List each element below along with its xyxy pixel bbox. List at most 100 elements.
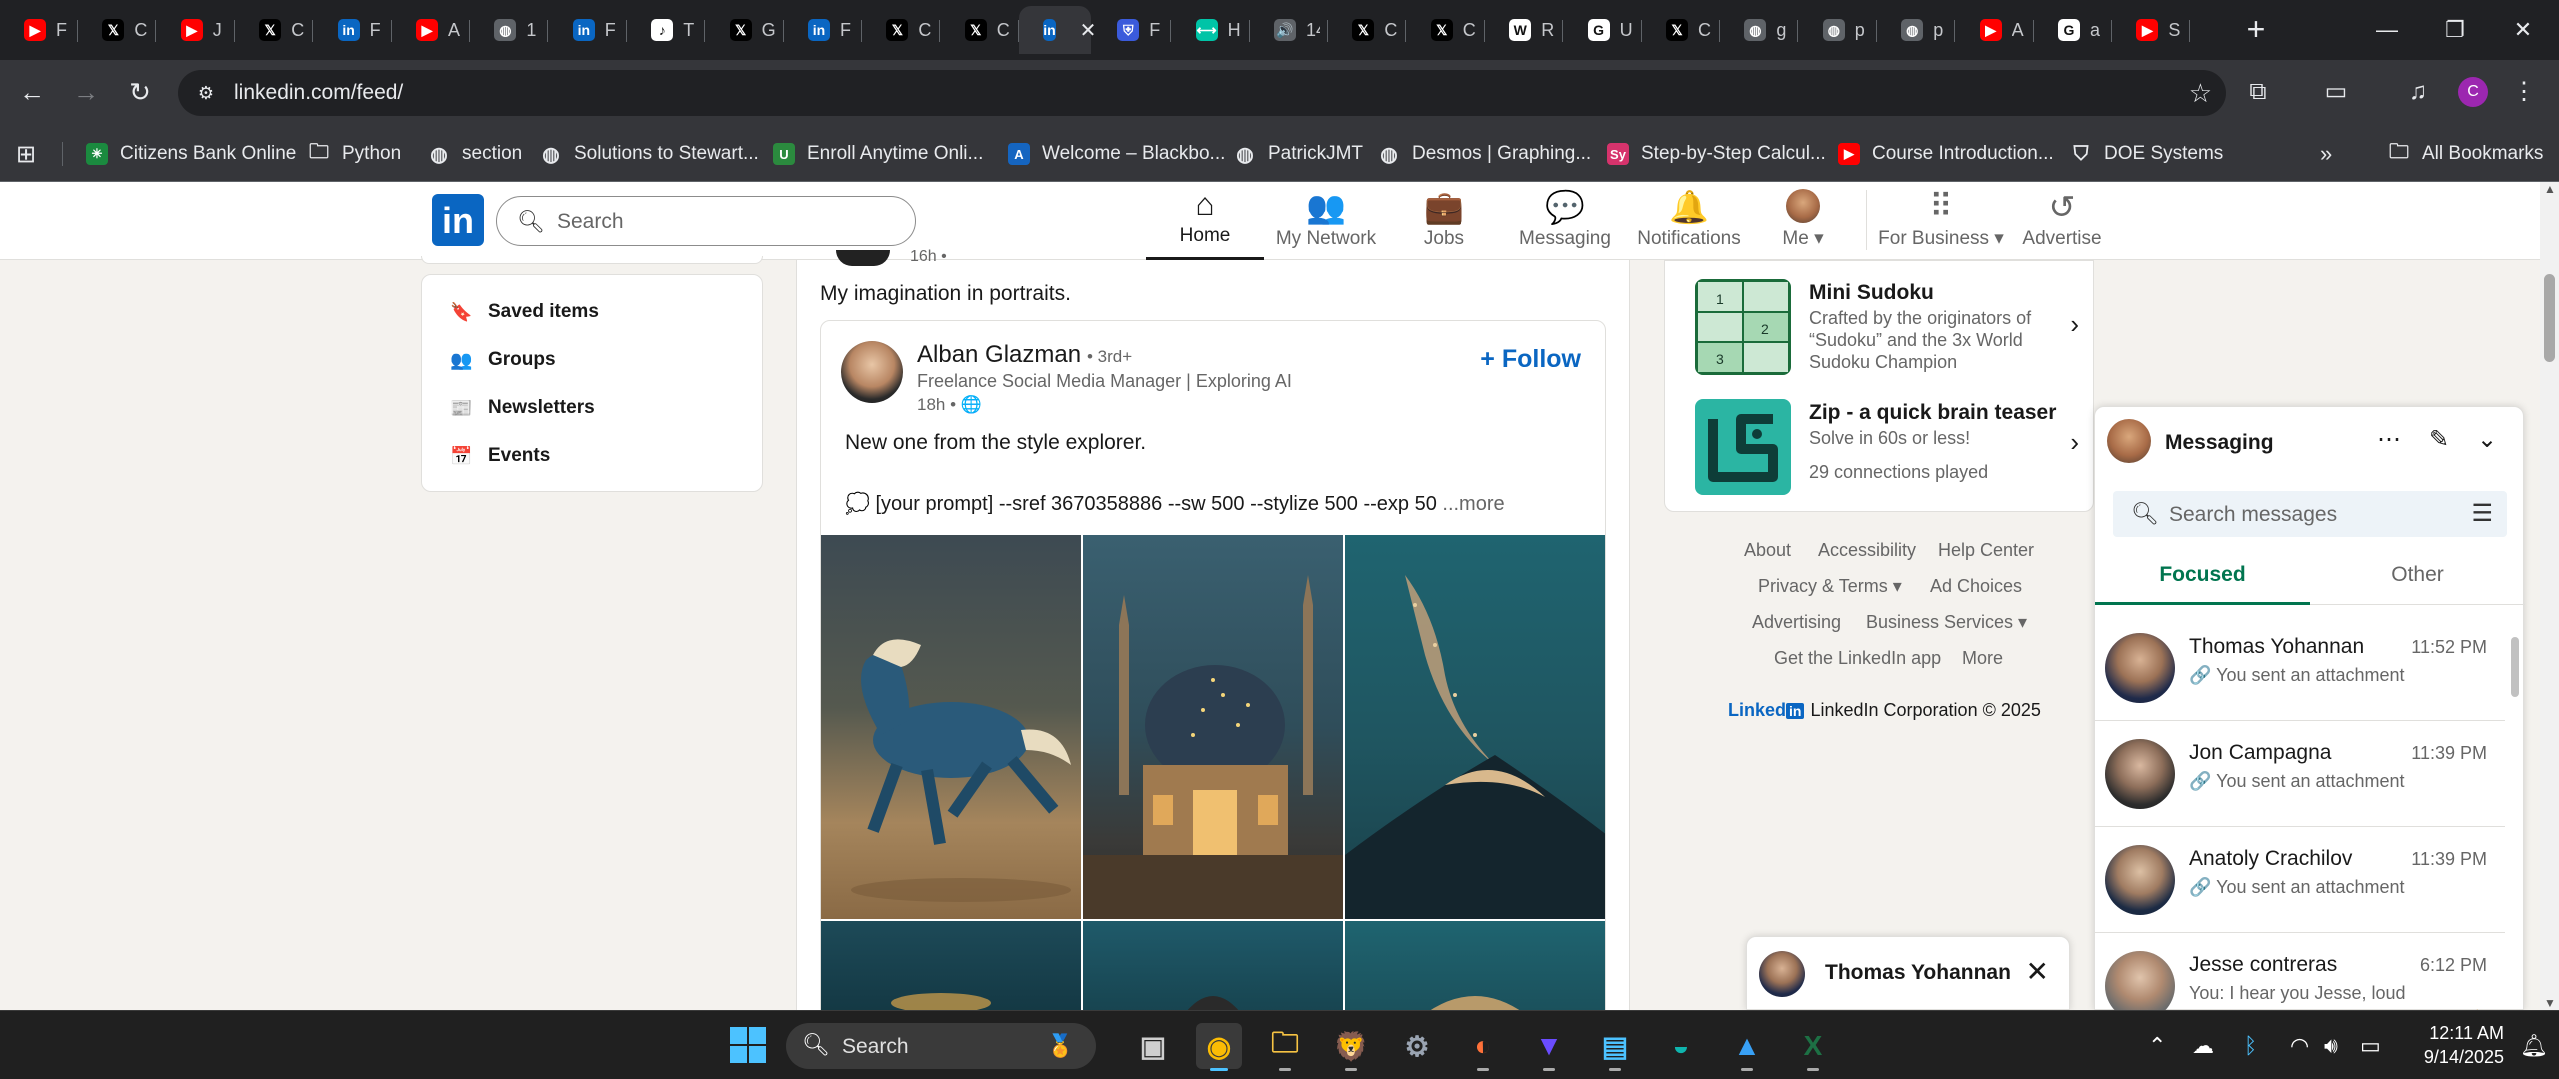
- mini-sudoku-icon[interactable]: 1 2 3: [1695, 279, 1791, 375]
- chat-bubble-avatar[interactable]: [1759, 951, 1805, 997]
- conversation-item[interactable]: Anatoly Crachilov 11:39 PM 🔗 You sent an a…: [2095, 829, 2505, 933]
- image-mosque[interactable]: [1083, 535, 1345, 921]
- browser-tab[interactable]: ◍ g: [1720, 6, 1799, 54]
- chevron-right-icon[interactable]: ›: [2070, 427, 2079, 458]
- browser-tab[interactable]: ◍ 1: [470, 6, 549, 54]
- conversation-avatar[interactable]: [2105, 739, 2175, 809]
- settings-taskbar-icon[interactable]: ⚙: [1394, 1023, 1440, 1069]
- conversation-avatar[interactable]: [2105, 845, 2175, 915]
- post-image-grid[interactable]: [821, 535, 1605, 1019]
- chrome-menu-icon[interactable]: ⋮: [2506, 74, 2542, 110]
- battery-icon[interactable]: ▭: [2360, 1033, 2381, 1059]
- footer-app-link[interactable]: Get the LinkedIn app: [1774, 648, 1941, 669]
- wifi-icon[interactable]: ◠: [2290, 1033, 2309, 1059]
- linkedin-search-input[interactable]: 🔍︎ Search: [496, 196, 916, 246]
- footer-accessibility-link[interactable]: Accessibility: [1818, 540, 1916, 561]
- close-window-button[interactable]: ✕: [2498, 10, 2548, 50]
- shortcut-newsletters[interactable]: 📰 Newsletters: [450, 393, 595, 423]
- browser-tab[interactable]: ▶ J: [157, 6, 235, 54]
- browser-tab[interactable]: 𝕏C: [235, 6, 314, 54]
- footer-business-link[interactable]: Business Services ▾: [1866, 612, 2027, 633]
- apps-grid-icon[interactable]: ⊞: [16, 140, 36, 168]
- browser-tab[interactable]: ▶ A: [392, 6, 470, 54]
- browser-tab[interactable]: 𝕏G: [706, 6, 784, 54]
- bookmark-item[interactable]: ▶ Course Introduction...: [1838, 140, 2054, 168]
- nav-jobs[interactable]: 💼 Jobs: [1408, 182, 1480, 260]
- notepad-taskbar-icon[interactable]: ▤: [1592, 1023, 1638, 1071]
- address-bar[interactable]: ⚙ linkedin.com/feed/ ☆: [178, 70, 2226, 116]
- onedrive-icon[interactable]: ☁: [2192, 1033, 2214, 1059]
- media-control-icon[interactable]: ♫: [2400, 74, 2436, 110]
- bookmark-item[interactable]: U Enroll Anytime Onli...: [773, 140, 983, 168]
- minimize-button[interactable]: —: [2362, 10, 2412, 50]
- chevron-up-icon[interactable]: ⌃: [2148, 1033, 2166, 1059]
- browser-tab[interactable]: 𝕏C: [862, 6, 941, 54]
- browser-tab[interactable]: WR: [1485, 6, 1564, 54]
- bookmarks-overflow-icon[interactable]: »: [2320, 140, 2332, 168]
- conversation-avatar[interactable]: [2105, 633, 2175, 703]
- all-bookmarks-button[interactable]: 🗀 All Bookmarks: [2388, 140, 2543, 168]
- mini-sudoku-title[interactable]: Mini Sudoku: [1809, 281, 1934, 305]
- chevron-down-icon[interactable]: ⌄: [2477, 425, 2497, 454]
- browser-tab[interactable]: GU: [1564, 6, 1642, 54]
- browser-tab[interactable]: 🔊 14: [1250, 6, 1328, 54]
- footer-help-link[interactable]: Help Center: [1938, 540, 2034, 561]
- chevron-right-icon[interactable]: ›: [2070, 309, 2079, 340]
- nav-me[interactable]: Me ▾: [1768, 182, 1838, 260]
- browser-tab[interactable]: ▶ F: [0, 6, 78, 54]
- back-button[interactable]: ←: [14, 74, 50, 110]
- shortcut-groups[interactable]: 👥 Groups: [450, 345, 556, 375]
- excel-taskbar-icon[interactable]: X: [1790, 1023, 1836, 1071]
- taskbar-search[interactable]: 🔍︎ Search 🏅: [786, 1023, 1096, 1069]
- photos-taskbar-icon[interactable]: ▲: [1724, 1023, 1770, 1071]
- bookmark-star-icon[interactable]: ☆: [2189, 78, 2212, 109]
- bookmark-item[interactable]: ◍ section: [428, 140, 522, 168]
- footer-adchoices-link[interactable]: Ad Choices: [1930, 576, 2022, 597]
- filter-icon[interactable]: ☰: [2471, 499, 2493, 528]
- browser-tab[interactable]: ◍ p: [1799, 6, 1877, 54]
- linkedin-logo-icon[interactable]: in: [432, 194, 484, 246]
- tab-other[interactable]: Other: [2310, 547, 2525, 605]
- image-bottom-left[interactable]: [821, 921, 1083, 1019]
- compose-icon[interactable]: ✎: [2429, 425, 2449, 454]
- bookmark-item[interactable]: A Welcome – Blackbo...: [1008, 140, 1225, 168]
- conversation-item[interactable]: Jon Campagna 11:39 PM 🔗 You sent an attach…: [2095, 723, 2505, 827]
- browser-tab[interactable]: 𝕏C: [941, 6, 1019, 54]
- browser-tab[interactable]: 𝕏C: [1407, 6, 1485, 54]
- bookmark-item[interactable]: 🗀 Python: [308, 140, 401, 168]
- post-author-avatar[interactable]: [841, 341, 903, 403]
- reading-mode-icon[interactable]: ▭: [2318, 74, 2354, 110]
- more-options-icon[interactable]: ⋯: [2377, 425, 2401, 454]
- browser-tab[interactable]: ▶ A: [1956, 6, 2034, 54]
- volume-icon[interactable]: 🔊︎: [2324, 1033, 2338, 1059]
- browser-tab[interactable]: Ga: [2034, 6, 2112, 54]
- zip-game-icon[interactable]: [1695, 399, 1791, 495]
- browser-tab[interactable]: ◍ p: [1877, 6, 1956, 54]
- vpn-taskbar-icon[interactable]: ▼: [1526, 1023, 1572, 1071]
- page-scrollbar-thumb[interactable]: [2544, 274, 2555, 362]
- forward-button[interactable]: →: [68, 74, 104, 110]
- browser-tab[interactable]: 𝕏C: [1328, 6, 1407, 54]
- system-clock[interactable]: 12:11 AM 9/14/2025: [2420, 1021, 2504, 1069]
- firefox-taskbar-icon[interactable]: ◐: [1460, 1023, 1506, 1071]
- file-explorer-taskbar-icon[interactable]: 🗀: [1262, 1023, 1308, 1071]
- see-more-link[interactable]: ...more: [1437, 493, 1504, 515]
- chat-bubble-name[interactable]: Thomas Yohannan: [1825, 961, 2011, 985]
- bookmark-item[interactable]: ◍ PatrickJMT: [1234, 140, 1363, 168]
- chrome-taskbar-icon[interactable]: ◉: [1196, 1023, 1242, 1071]
- edge-taskbar-icon[interactable]: ◒: [1658, 1023, 1704, 1069]
- extensions-icon[interactable]: ⧉: [2240, 74, 2276, 110]
- footer-privacy-link[interactable]: Privacy & Terms ▾: [1758, 576, 1902, 597]
- nav-for-business[interactable]: ⠿ For Business ▾: [1876, 182, 2006, 260]
- browser-tab[interactable]: in F: [784, 6, 862, 54]
- browser-tab[interactable]: in F: [314, 6, 392, 54]
- messaging-title[interactable]: Messaging: [2165, 431, 2274, 455]
- image-mountain[interactable]: [1345, 535, 1605, 921]
- scrollbar-thumb[interactable]: [2511, 637, 2519, 697]
- follow-button[interactable]: + Follow: [1480, 345, 1581, 374]
- nav-my-network[interactable]: 👥 My Network: [1272, 182, 1380, 260]
- footer-more-link[interactable]: More: [1962, 648, 2003, 669]
- previous-post-avatar[interactable]: [836, 250, 890, 266]
- browser-tab[interactable]: inF✕: [1019, 6, 1096, 54]
- bookmark-item[interactable]: ⛉ DOE Systems: [2070, 140, 2224, 168]
